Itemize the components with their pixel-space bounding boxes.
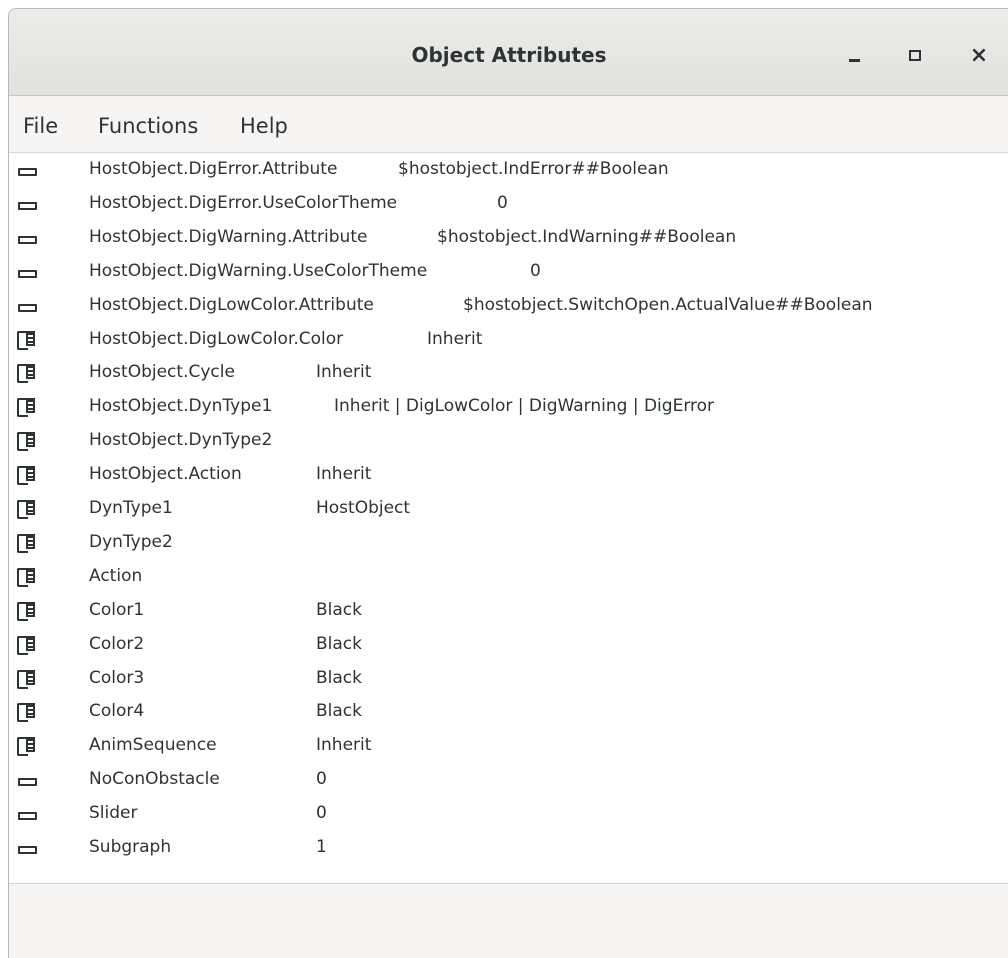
folder-icon[interactable]	[15, 729, 39, 762]
attribute-value: $hostobject.SwitchOpen.ActualValue##Bool…	[463, 294, 873, 315]
attribute-name: Color3	[89, 667, 145, 688]
attribute-name: DynType2	[89, 531, 173, 552]
folder-icon[interactable]	[15, 594, 39, 627]
attribute-icon[interactable]	[15, 153, 39, 186]
attribute-row[interactable]: AnimSequence Inherit	[9, 729, 1008, 762]
attribute-value: Inherit	[316, 464, 372, 485]
attribute-value: $hostobject.IndWarning##Boolean	[437, 226, 737, 247]
attribute-value: Black	[316, 667, 362, 688]
attribute-row[interactable]: HostObject.DigLowColor.Attribute $hostobj…	[9, 289, 1008, 322]
attribute-icon[interactable]	[15, 763, 39, 796]
close-button[interactable]: ×	[959, 35, 999, 75]
attribute-name: HostObject.DigLowColor.Color	[89, 328, 344, 349]
attribute-row[interactable]: Color3 Black	[9, 662, 1008, 695]
attribute-row[interactable]: HostObject.DigWarning.Attribute $hostobje…	[9, 221, 1008, 254]
attribute-value: Inherit	[316, 362, 372, 383]
folder-icon[interactable]	[15, 695, 39, 728]
folder-icon[interactable]	[15, 526, 39, 559]
attribute-row[interactable]: HostObject.Cycle Inherit	[9, 356, 1008, 389]
attribute-name: HostObject.DigWarning.UseColorTheme	[89, 260, 428, 281]
menu-bar: File Functions Help	[9, 96, 1008, 153]
attribute-value: Black	[316, 633, 362, 654]
attribute-row[interactable]: DynType1 HostObject	[9, 492, 1008, 525]
attribute-icon[interactable]	[15, 255, 39, 288]
attribute-row[interactable]: HostObject.DynType1 Inherit | DigLowColor…	[9, 390, 1008, 423]
maximize-button[interactable]	[895, 35, 935, 75]
folder-icon[interactable]	[15, 492, 39, 525]
attribute-name: Color2	[89, 633, 145, 654]
attribute-row[interactable]: HostObject.DigError.UseColorTheme 0	[9, 187, 1008, 220]
attribute-row[interactable]: HostObject.DigError.Attribute $hostobject…	[9, 153, 1008, 186]
attribute-row[interactable]: HostObject.DigWarning.UseColorTheme 0	[9, 255, 1008, 288]
close-icon: ×	[969, 42, 989, 68]
folder-icon[interactable]	[15, 424, 39, 457]
attribute-name: AnimSequence	[89, 735, 217, 756]
attribute-name: Color1	[89, 599, 145, 620]
folder-icon[interactable]	[15, 458, 39, 491]
menu-functions[interactable]: Functions	[98, 114, 198, 138]
attribute-value: Inherit	[316, 735, 372, 756]
title-bar[interactable]: Object Attributes ×	[9, 9, 1008, 96]
attribute-value: 1	[316, 837, 327, 857]
folder-icon[interactable]	[15, 356, 39, 389]
attribute-name: DynType1	[89, 498, 173, 518]
minimize-icon	[848, 58, 860, 62]
attribute-icon[interactable]	[15, 831, 39, 864]
folder-icon[interactable]	[15, 323, 39, 356]
attribute-list[interactable]: HostObject.DigError.Attribute $hostobject…	[9, 153, 1008, 883]
folder-icon[interactable]	[15, 390, 39, 423]
attribute-value: 0	[316, 803, 327, 824]
attribute-row[interactable]: NoConObstacle 0	[9, 763, 1008, 796]
attribute-name: Subgraph	[89, 837, 172, 857]
attribute-row[interactable]: HostObject.DynType2	[9, 424, 1008, 457]
attribute-value: Inherit | DigLowColor | DigWarning | Dig…	[334, 396, 715, 417]
attribute-name: HostObject.DigLowColor.Attribute	[89, 294, 374, 315]
attribute-value: 0	[316, 769, 327, 790]
folder-icon[interactable]	[15, 662, 39, 695]
attribute-row[interactable]: Color4 Black	[9, 695, 1008, 728]
attribute-value: Black	[316, 701, 362, 722]
attribute-row[interactable]: DynType2	[9, 526, 1008, 559]
attribute-row[interactable]: Color2 Black	[9, 628, 1008, 661]
attribute-icon[interactable]	[15, 289, 39, 322]
menu-file[interactable]: File	[23, 114, 58, 138]
attribute-name: HostObject.DigError.Attribute	[89, 159, 338, 179]
menu-help[interactable]: Help	[240, 114, 288, 138]
attribute-name: HostObject.Action	[89, 464, 242, 485]
object-attributes-window: Object Attributes × File Functions Help …	[8, 8, 1008, 958]
attribute-value: 0	[497, 192, 508, 213]
attribute-icon[interactable]	[15, 187, 39, 220]
attribute-name: Color4	[89, 701, 145, 722]
attribute-value: HostObject	[316, 498, 411, 518]
attribute-name: Slider	[89, 803, 138, 824]
maximize-icon	[909, 49, 921, 61]
folder-icon[interactable]	[15, 560, 39, 593]
attribute-row[interactable]: HostObject.DigLowColor.Color Inherit	[9, 323, 1008, 356]
attribute-value: Inherit	[427, 328, 483, 349]
attribute-row[interactable]: Action	[9, 560, 1008, 593]
folder-icon[interactable]	[15, 628, 39, 661]
attribute-icon[interactable]	[15, 221, 39, 254]
attribute-row[interactable]: HostObject.Action Inherit	[9, 458, 1008, 491]
attribute-value: Black	[316, 599, 362, 620]
attribute-name: HostObject.DynType2	[89, 430, 273, 451]
attribute-name: HostObject.DigWarning.Attribute	[89, 226, 368, 247]
attribute-name: HostObject.Cycle	[89, 362, 235, 383]
status-bar	[9, 883, 1008, 958]
attribute-name: HostObject.DynType1	[89, 396, 273, 417]
attribute-name: NoConObstacle	[89, 769, 220, 790]
attribute-value: 0	[530, 260, 541, 281]
attribute-name: Action	[89, 565, 143, 586]
minimize-button[interactable]	[834, 35, 874, 75]
attribute-row[interactable]: Subgraph 1	[9, 831, 1008, 864]
attribute-row[interactable]: Slider 0	[9, 797, 1008, 830]
attribute-name: HostObject.DigError.UseColorTheme	[89, 192, 398, 213]
attribute-row[interactable]: Color1 Black	[9, 594, 1008, 627]
attribute-value: $hostobject.IndError##Boolean	[398, 159, 669, 179]
attribute-icon[interactable]	[15, 797, 39, 830]
